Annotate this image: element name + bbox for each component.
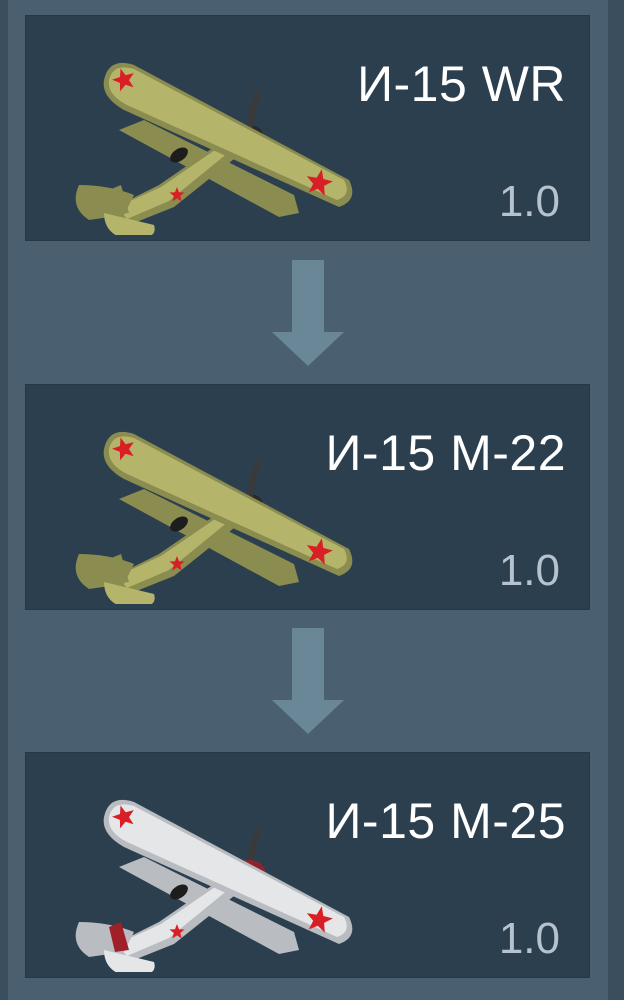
vehicle-card-i15-m22[interactable]: И-15 М-22 1.0 bbox=[25, 384, 590, 610]
vehicle-name: И-15 WR bbox=[357, 56, 566, 112]
battle-rating: 1.0 bbox=[498, 546, 560, 595]
battle-rating: 1.0 bbox=[498, 177, 560, 226]
vehicle-name: И-15 М-25 bbox=[325, 793, 566, 849]
vehicle-card-i15-wr[interactable]: И-15 WR 1.0 bbox=[25, 15, 590, 241]
battle-rating: 1.0 bbox=[498, 914, 560, 963]
vehicle-card-i15-m25[interactable]: И-15 М-25 1.0 bbox=[25, 752, 590, 978]
biplane-icon bbox=[75, 799, 353, 972]
biplane-icon bbox=[75, 431, 353, 604]
vehicle-name: И-15 М-22 bbox=[325, 425, 566, 481]
arrow-down-icon bbox=[272, 628, 344, 734]
arrow-down-icon bbox=[272, 260, 344, 366]
biplane-icon bbox=[75, 62, 353, 235]
